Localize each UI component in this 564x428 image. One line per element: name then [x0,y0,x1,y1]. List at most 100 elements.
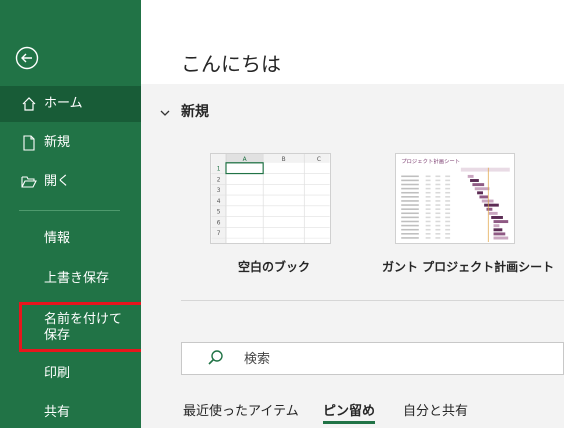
gantt-task-label [401,191,419,194]
gantt-task-cell [435,175,441,178]
gantt-task-label [401,175,419,178]
sidebar-item-label: 情報 [44,231,71,246]
gantt-bar [477,191,483,195]
sidebar-item-save[interactable]: 上書き保存 [0,269,141,289]
gantt-bar [470,179,479,182]
gantt-task-label [401,216,419,219]
gantt-task-label [401,224,419,227]
save-as-highlight-box [19,302,153,352]
gantt-task-cell [435,191,441,194]
gantt-bar [493,232,506,236]
tab-pinned[interactable]: ピン留め [323,400,375,419]
gantt-task-cell [445,204,451,206]
gantt-task-cell [425,187,431,190]
gantt-task-cell [445,175,451,178]
gantt-task-label [401,196,419,198]
gantt-bar [488,211,498,215]
col-header-b: B [282,157,286,163]
gantt-task-cell [435,224,441,227]
sidebar-item-share[interactable]: 共有 [0,403,141,423]
gantt-bar [493,228,503,232]
gantt-task-cell [425,224,431,227]
gantt-task-cell [425,175,431,178]
sidebar-item-print[interactable]: 印刷 [0,364,141,384]
section-divider [181,300,564,301]
sidebar-item-label: 印刷 [44,366,71,381]
gantt-task-cell [435,228,441,231]
sidebar-item-open[interactable]: 開く [0,171,141,193]
main-panel: こんにちは 新規 1 2 3 4 5 6 7 A B C 空白のブック プロジェクト計画シー… [141,0,564,428]
chevron-down-icon[interactable] [160,103,170,116]
gantt-task-cell [435,196,441,198]
blank-workbook-thumbnail: 1 2 3 4 5 6 7 A B C [211,154,330,243]
gantt-task-cell [435,237,441,239]
gantt-task-cell [445,237,451,239]
search-input[interactable] [244,349,544,369]
back-arrow-icon[interactable] [14,45,40,71]
gantt-bar [486,207,493,211]
gantt-header-strip [460,167,510,172]
row-number: 5 [217,210,221,216]
gantt-template[interactable]: プロジェクト計画シート [395,153,515,244]
row-number: 3 [217,188,221,194]
gantt-task-cell [445,196,451,198]
gantt-task-cell [425,191,431,194]
gantt-task-cell [435,208,441,210]
gantt-bar [484,203,499,207]
sidebar-item-info[interactable]: 情報 [0,229,141,249]
gantt-task-cell [435,179,441,182]
gantt-task-label [401,212,419,215]
gantt-bar [479,195,489,199]
row-number: 7 [217,231,221,237]
gantt-task-cell [445,220,451,223]
folder-open-icon [19,172,39,192]
row-number: 2 [217,177,221,183]
row-number: 6 [217,220,221,226]
blank-workbook-template[interactable]: 1 2 3 4 5 6 7 A B C [210,153,331,244]
gantt-task-cell [445,216,451,219]
gantt-task-cell [425,183,431,186]
gantt-task-cell [425,179,431,182]
sidebar-item-new[interactable]: 新規 [0,132,141,154]
gantt-task-cell [425,212,431,215]
gantt-task-cell [445,200,451,202]
content-area [141,84,564,428]
gantt-task-label [401,228,419,231]
row-number: 1 [217,167,221,173]
gantt-bar [491,216,503,219]
search-icon [207,349,225,367]
sidebar-item-label: 上書き保存 [44,271,110,286]
gantt-task-cell [425,220,431,223]
gantt-bar [493,224,500,228]
gantt-bar [467,174,474,178]
new-section-title: 新規 [181,104,209,120]
sidebar-item-label: 開く [44,174,71,189]
page-title: こんにちは [181,52,281,76]
gantt-task-label [401,208,419,210]
tab-recent[interactable]: 最近使ったアイテム [183,400,299,419]
gantt-task-cell [435,233,441,235]
gantt-bar [481,199,494,203]
gantt-bar [493,220,509,224]
gantt-task-cell [425,237,431,239]
gantt-task-label [401,204,419,206]
sidebar-item-label: 共有 [44,405,71,420]
gantt-task-label [401,183,419,186]
new-document-icon [19,133,39,153]
gantt-bar [474,187,490,191]
gantt-task-cell [445,208,451,210]
gantt-task-cell [425,233,431,235]
sidebar-item-home[interactable]: ホーム [0,86,141,122]
gantt-task-cell [435,183,441,186]
gantt-task-cell [425,208,431,210]
gantt-task-label [401,187,419,190]
tab-shared-with-me[interactable]: 自分と共有 [403,400,468,419]
search-box[interactable] [181,342,564,375]
gantt-task-cell [435,204,441,206]
gantt-task-cell [435,187,441,190]
blank-workbook-label: 空白のブック [238,260,311,274]
gantt-thumbnail: プロジェクト計画シート [396,154,514,243]
gantt-task-cell [435,220,441,223]
active-tab-underline [323,421,375,424]
row-number: 4 [217,199,221,205]
